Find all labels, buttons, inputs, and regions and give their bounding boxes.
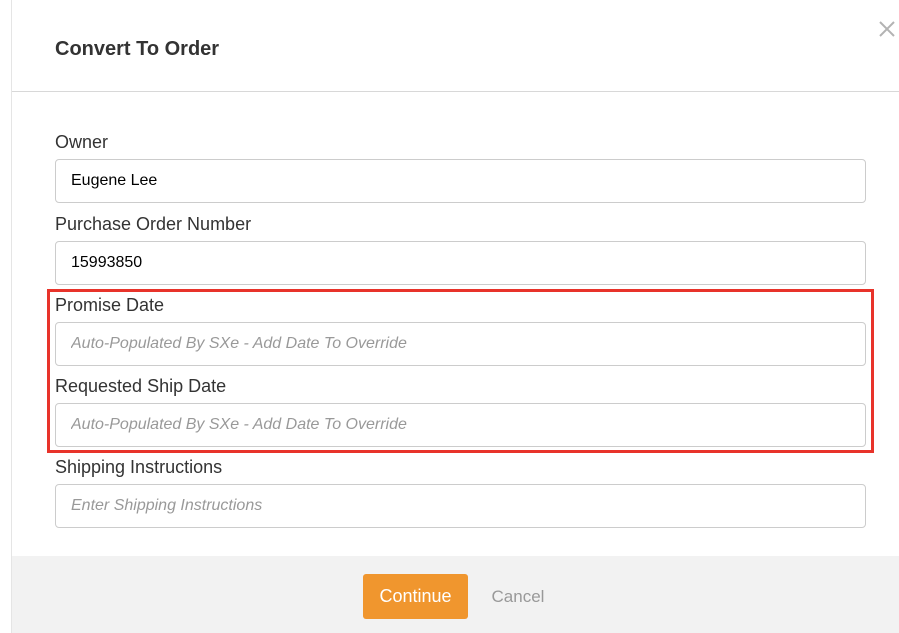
dialog-title: Convert To Order — [55, 38, 220, 60]
close-button[interactable] — [876, 18, 898, 40]
requested-ship-date-label: Requested Ship Date — [55, 376, 227, 396]
promise-date-label: Promise Date — [55, 295, 165, 315]
po-number-label: Purchase Order Number — [55, 214, 252, 234]
promise-date-field[interactable] — [55, 322, 866, 366]
close-icon[interactable] — [876, 18, 898, 40]
shipping-instructions-field[interactable] — [55, 484, 866, 528]
continue-button[interactable]: Continue — [363, 574, 468, 619]
owner-field[interactable] — [55, 159, 866, 203]
dialog-footer: Continue Cancel — [12, 556, 899, 633]
cancel-button[interactable]: Cancel — [478, 574, 558, 619]
dialog-header: Convert To Order — [12, 0, 899, 92]
po-number-field[interactable] — [55, 241, 866, 285]
convert-to-order-dialog: Convert To Order Owner Purchase Order Nu… — [11, 0, 899, 633]
owner-label: Owner — [55, 132, 109, 152]
requested-ship-date-field[interactable] — [55, 403, 866, 447]
shipping-instructions-label: Shipping Instructions — [55, 457, 223, 477]
